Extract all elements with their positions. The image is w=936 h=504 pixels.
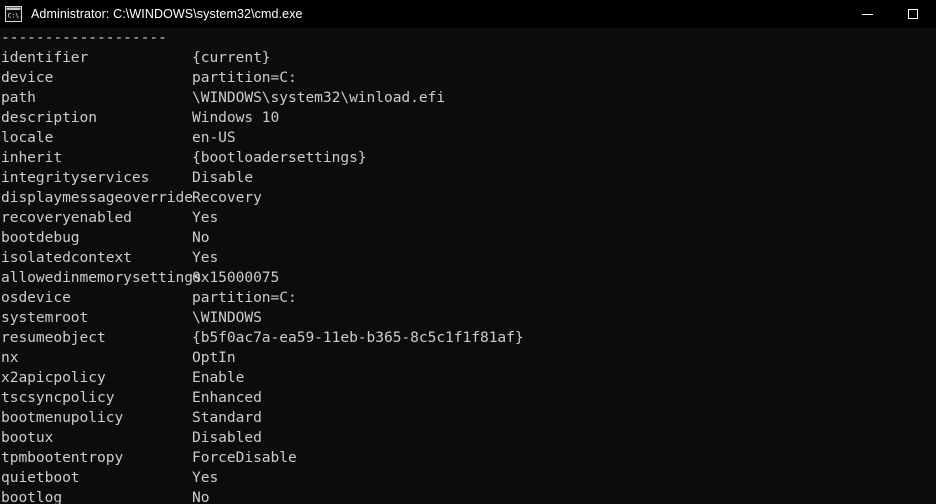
bcdedit-entry-key: isolatedcontext — [1, 249, 132, 266]
bcdedit-entry-row: tscsyncpolicy Enhanced — [1, 388, 936, 408]
bcdedit-entry-row: device partition=C: — [1, 68, 936, 88]
bcdedit-entry-value: Disabled — [192, 429, 262, 446]
bcdedit-entry-key: allowedinmemorysettings — [1, 269, 202, 286]
window-controls — [844, 0, 936, 28]
cmd-console-icon: C:\. — [5, 6, 22, 22]
bcdedit-entry-value: No — [192, 489, 210, 504]
bcdedit-entry-value: Yes — [192, 249, 219, 266]
bcdedit-entry-row: integrityservices Disable — [1, 168, 936, 188]
bcdedit-entry-key: systemroot — [1, 309, 89, 326]
bcdedit-entry-key: device — [1, 69, 54, 86]
bcdedit-entry-row: resumeobject {b5f0ac7a-ea59-11eb-b365-8c5… — [1, 328, 936, 348]
maximize-icon — [908, 9, 918, 19]
bcdedit-entry-row: bootux Disabled — [1, 428, 936, 448]
bcdedit-entry-key: bootdebug — [1, 229, 80, 246]
title-bar[interactable]: C:\. Administrator: C:\WINDOWS\system32\… — [0, 0, 936, 28]
bcdedit-entry-value: partition=C: — [192, 289, 297, 306]
bcdedit-entry-value: Recovery — [192, 189, 262, 206]
bcdedit-entry-value: \WINDOWS\system32\winload.efi — [192, 89, 446, 106]
console-text-buffer: ------------------- identifier {current} d… — [1, 28, 936, 504]
bcdedit-entry-key: bootux — [1, 429, 54, 446]
bcdedit-entry-value: Standard — [192, 409, 262, 426]
bcdedit-entry-row: quietboot Yes — [1, 468, 936, 488]
bcdedit-entry-value: partition=C: — [192, 69, 297, 86]
bcdedit-entry-row: path \WINDOWS\system32\winload.efi — [1, 88, 936, 108]
bcdedit-entry-value: Enhanced — [192, 389, 262, 406]
bcdedit-entry-key: quietboot — [1, 469, 80, 486]
bcdedit-entry-row: inherit {bootloadersettings} — [1, 148, 936, 168]
bcdedit-entry-value: Enable — [192, 369, 245, 386]
bcdedit-entry-value: ForceDisable — [192, 449, 297, 466]
maximize-button[interactable] — [890, 0, 936, 28]
bcdedit-entry-value: Yes — [192, 469, 219, 486]
bcdedit-entry-row: bootdebug No — [1, 228, 936, 248]
bcdedit-entry-row: tpmbootentropy ForceDisable — [1, 448, 936, 468]
bcdedit-entry-row: allowedinmemorysettings0x15000075 — [1, 268, 936, 288]
minimize-icon — [861, 13, 873, 15]
bcdedit-entry-value: \WINDOWS — [192, 309, 262, 326]
bcdedit-entry-key: inherit — [1, 149, 63, 166]
separator-line: ------------------- — [1, 29, 167, 46]
bcdedit-entry-key: integrityservices — [1, 169, 150, 186]
bcdedit-entry-key: nx — [1, 349, 19, 366]
bcdedit-entry-value: {bootloadersettings} — [192, 149, 367, 166]
bcdedit-entry-value: {b5f0ac7a-ea59-11eb-b365-8c5c1f1f81af} — [192, 329, 524, 346]
bcdedit-entry-row: x2apicpolicy Enable — [1, 368, 936, 388]
svg-text:C:\.: C:\. — [8, 12, 22, 20]
bcdedit-entry-value: Disable — [192, 169, 254, 186]
bcdedit-entry-key: description — [1, 109, 97, 126]
bcdedit-entry-key: tpmbootentropy — [1, 449, 124, 466]
bcdedit-entry-row: recoveryenabled Yes — [1, 208, 936, 228]
bcdedit-entry-row: systemroot \WINDOWS — [1, 308, 936, 328]
bcdedit-entry-value: en-US — [192, 129, 236, 146]
bcdedit-entry-key: osdevice — [1, 289, 71, 306]
bcdedit-entry-key: x2apicpolicy — [1, 369, 106, 386]
bcdedit-entry-row: bootlog No — [1, 488, 936, 504]
title-bar-left: C:\. Administrator: C:\WINDOWS\system32\… — [0, 0, 303, 28]
bcdedit-entry-key: tscsyncpolicy — [1, 389, 115, 406]
bcdedit-entry-value: Yes — [192, 209, 219, 226]
window-title: Administrator: C:\WINDOWS\system32\cmd.e… — [31, 7, 303, 21]
bcdedit-entry-key: recoveryenabled — [1, 209, 132, 226]
bcdedit-entry-key: path — [1, 89, 36, 106]
bcdedit-entry-row: osdevice partition=C: — [1, 288, 936, 308]
bcdedit-entry-list: identifier {current} device partition=C: pat… — [1, 48, 936, 504]
bcdedit-entry-key: bootmenupolicy — [1, 409, 124, 426]
bcdedit-entry-value: No — [192, 229, 210, 246]
bcdedit-entry-key: displaymessageoverride — [1, 189, 193, 206]
bcdedit-entry-value: 0x15000075 — [192, 269, 280, 286]
bcdedit-entry-key: resumeobject — [1, 329, 106, 346]
bcdedit-entry-value: Windows 10 — [192, 109, 280, 126]
bcdedit-entry-row: locale en-US — [1, 128, 936, 148]
bcdedit-entry-value: {current} — [192, 49, 271, 66]
bcdedit-entry-key: bootlog — [1, 489, 63, 504]
cmd-window: C:\. Administrator: C:\WINDOWS\system32\… — [0, 0, 936, 504]
bcdedit-entry-row: displaymessageoverrideRecovery — [1, 188, 936, 208]
minimize-button[interactable] — [844, 0, 890, 28]
bcdedit-entry-row: identifier {current} — [1, 48, 936, 68]
bcdedit-entry-row: bootmenupolicy Standard — [1, 408, 936, 428]
bcdedit-entry-key: identifier — [1, 49, 89, 66]
console-output-area[interactable]: ------------------- identifier {current} d… — [0, 28, 936, 504]
bcdedit-entry-value: OptIn — [192, 349, 236, 366]
bcdedit-entry-row: description Windows 10 — [1, 108, 936, 128]
bcdedit-entry-row: isolatedcontext Yes — [1, 248, 936, 268]
bcdedit-entry-key: locale — [1, 129, 54, 146]
bcdedit-entry-row: nx OptIn — [1, 348, 936, 368]
